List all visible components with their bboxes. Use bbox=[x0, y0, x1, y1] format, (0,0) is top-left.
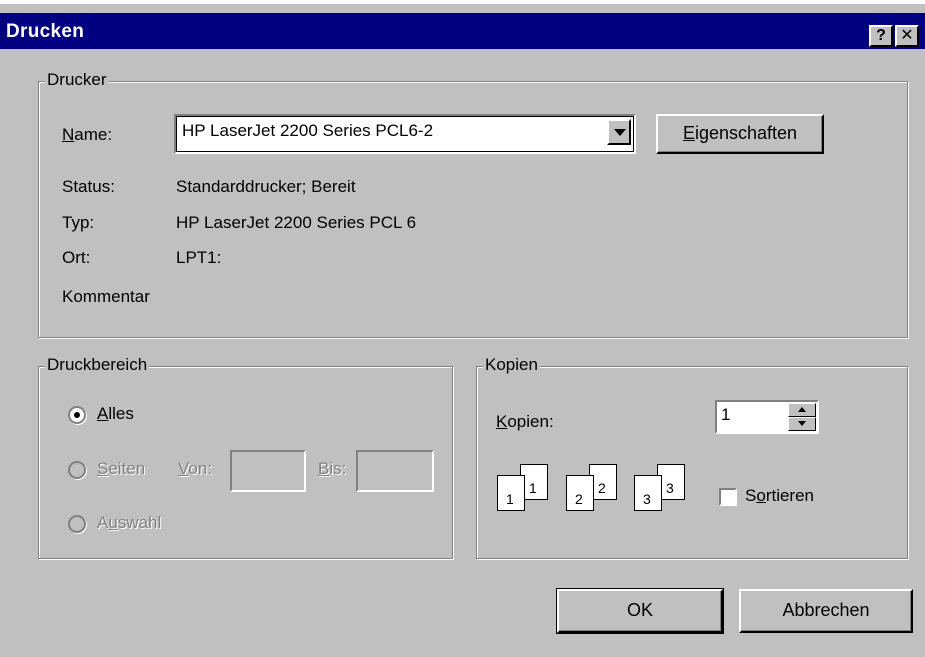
collate-checkbox[interactable] bbox=[719, 488, 737, 506]
spin-up-icon[interactable] bbox=[788, 403, 816, 417]
print-range-group-label: Druckbereich bbox=[45, 355, 150, 375]
copies-value: 1 bbox=[721, 405, 731, 424]
radio-selection[interactable] bbox=[68, 515, 86, 533]
cancel-button[interactable]: Abbrechen bbox=[739, 589, 913, 633]
status-label: Status: bbox=[62, 177, 115, 196]
collate-icon: 1 1 2 2 3 3 bbox=[497, 464, 697, 524]
to-label: Bis: bbox=[318, 459, 347, 478]
copies-group: Kopien bbox=[476, 355, 908, 559]
location-value: LPT1: bbox=[176, 248, 222, 267]
printer-name-combobox[interactable]: HP LaserJet 2200 Series PCL6-2 bbox=[174, 114, 636, 154]
copies-spinner[interactable]: 1 bbox=[715, 400, 819, 434]
type-value: HP LaserJet 2200 Series PCL 6 bbox=[176, 213, 417, 232]
ok-button[interactable]: OK bbox=[556, 588, 724, 634]
type-label: Typ: bbox=[62, 213, 95, 232]
from-label: Von: bbox=[178, 459, 213, 478]
printer-group-label: Drucker bbox=[45, 70, 109, 90]
help-button[interactable]: ? bbox=[869, 25, 893, 47]
radio-pages-label[interactable]: Seiten bbox=[97, 459, 145, 479]
status-value: Standarddrucker; Bereit bbox=[176, 177, 356, 196]
radio-selection-label[interactable]: Auswahl bbox=[97, 513, 161, 533]
title-bar[interactable]: Drucken ? ✕ bbox=[0, 13, 925, 49]
page-icon: 2 bbox=[566, 475, 594, 511]
printer-name-value: HP LaserJet 2200 Series PCL6-2 bbox=[182, 121, 434, 140]
radio-all[interactable] bbox=[68, 406, 86, 424]
window-title: Drucken bbox=[6, 21, 85, 42]
from-field[interactable] bbox=[230, 450, 306, 492]
radio-all-label[interactable]: Alles bbox=[97, 404, 134, 424]
chevron-down-icon[interactable] bbox=[607, 119, 631, 145]
print-dialog: Drucken ? ✕ Drucker Name: HP LaserJet 22… bbox=[0, 4, 925, 657]
page-icon: 3 bbox=[634, 475, 662, 511]
comment-label: Kommentar bbox=[62, 287, 150, 306]
copies-group-label: Kopien bbox=[483, 355, 540, 375]
name-label: Name: bbox=[62, 125, 113, 144]
radio-pages[interactable] bbox=[68, 461, 86, 479]
spin-down-icon[interactable] bbox=[788, 417, 816, 431]
properties-button[interactable]: Eigenschaften bbox=[656, 114, 824, 154]
to-field[interactable] bbox=[356, 450, 434, 492]
collate-label[interactable]: Sortieren bbox=[745, 486, 814, 506]
copies-label: Kopien: bbox=[496, 412, 554, 431]
close-button[interactable]: ✕ bbox=[895, 25, 919, 47]
location-label: Ort: bbox=[62, 248, 91, 267]
page-icon: 1 bbox=[497, 475, 525, 511]
